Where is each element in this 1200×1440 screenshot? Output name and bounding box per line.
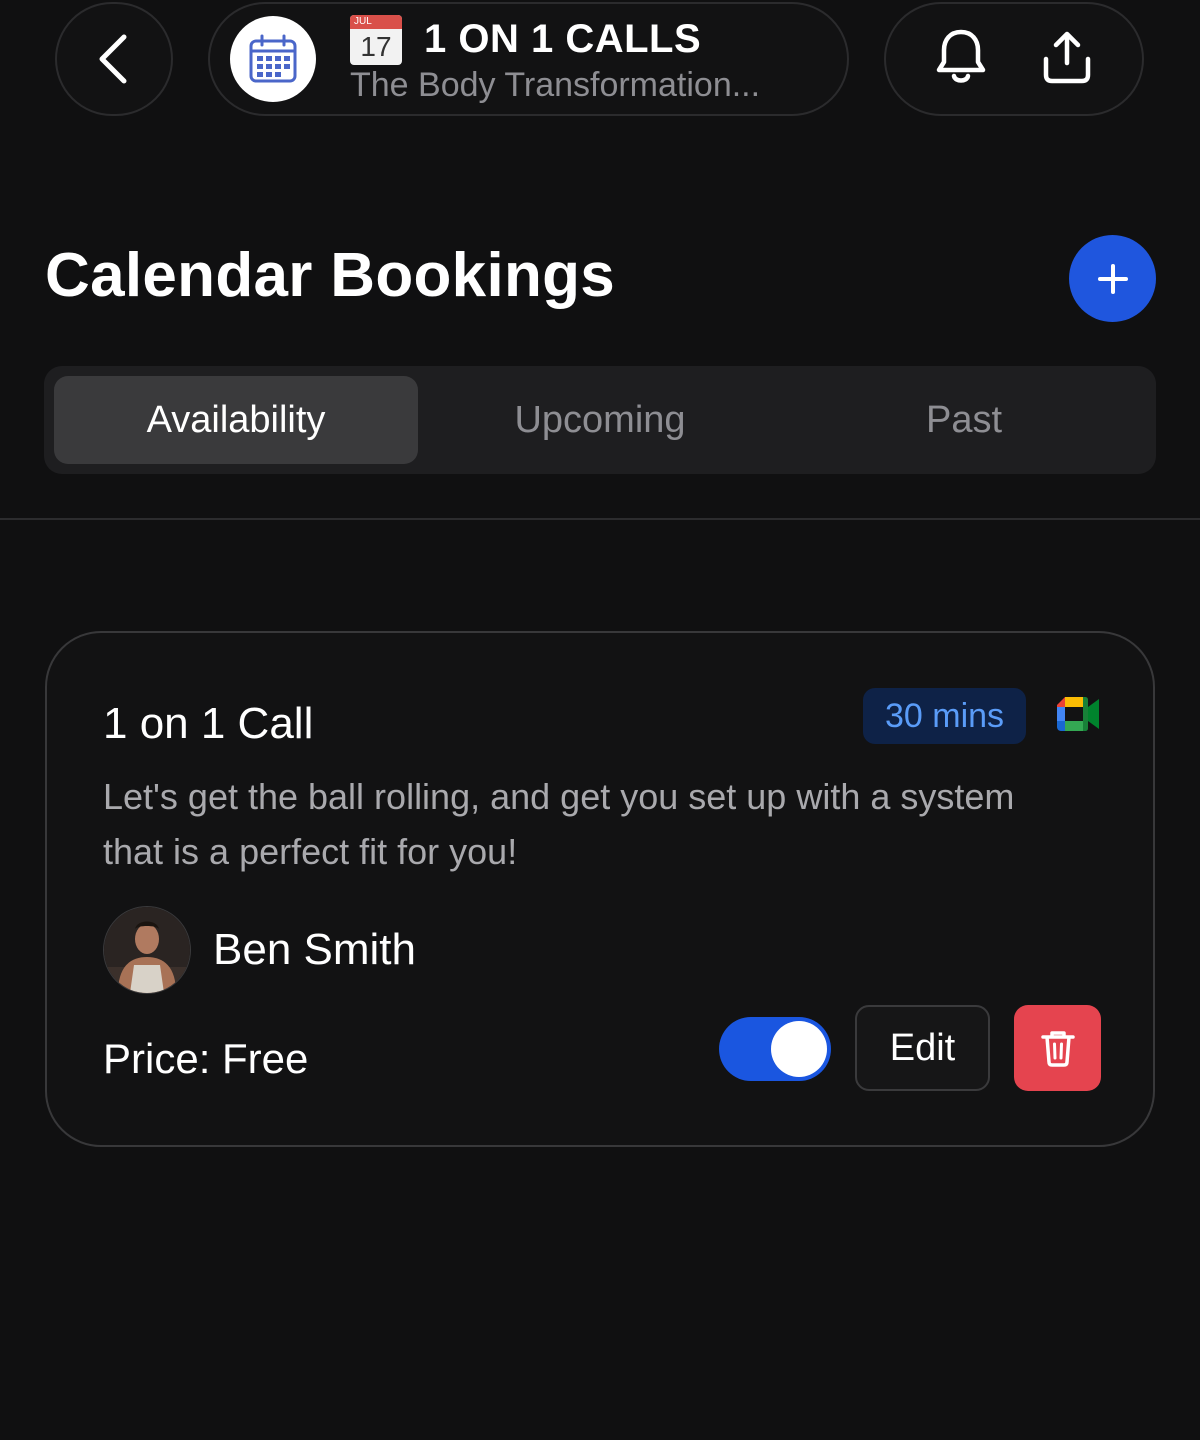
avatar [103,906,191,994]
delete-button[interactable] [1014,1005,1101,1091]
tab-past[interactable]: Past [782,376,1146,464]
duration-badge: 30 mins [863,688,1027,744]
add-booking-button[interactable] [1069,235,1156,322]
tab-availability[interactable]: Availability [54,376,418,464]
booking-card: 1 on 1 Call 30 mins Let's get the ball r… [45,631,1155,1147]
google-meet-icon [1057,697,1099,731]
channel-header[interactable]: JUL 17 1 ON 1 CALLS The Body Transformat… [208,2,849,116]
price-label: Price: Free [103,1035,309,1082]
host-photo [104,907,190,993]
edit-button[interactable]: Edit [855,1005,990,1091]
calendar-bookings-screen: JUL 17 1 ON 1 CALLS The Body Transformat… [0,0,1200,1440]
divider [0,518,1200,520]
channel-subtitle: The Body Transformation... [350,65,761,104]
booking-description: Let's get the ball rolling, and get you … [103,776,1015,872]
channel-title-row: JUL 17 1 ON 1 CALLS [350,14,760,66]
channel-title: 1 ON 1 CALLS [424,17,702,61]
segmented-tabs: Availability Upcoming Past [44,366,1156,474]
host-name: Ben Smith [213,925,416,974]
share-icon [1043,31,1091,83]
channel-logo [230,16,316,102]
back-button[interactable] [55,2,173,116]
notifications-button[interactable] [935,27,987,92]
booking-title: 1 on 1 Call [103,699,314,748]
plus-icon [1097,263,1128,294]
bell-icon [936,29,986,83]
tab-upcoming[interactable]: Upcoming [418,376,782,464]
calendar-emoji-month: JUL [350,14,402,29]
calendar-icon [249,34,297,83]
trash-icon [1040,1031,1075,1067]
share-button[interactable] [1041,29,1093,90]
availability-toggle[interactable] [719,1017,831,1081]
calendar-emoji-icon: JUL 17 [350,14,402,65]
page-title: Calendar Bookings [45,241,616,310]
header-actions [884,2,1144,116]
calendar-emoji-day: 17 [360,30,392,62]
toggle-knob [771,1021,827,1077]
channel-title-block: JUL 17 1 ON 1 CALLS The Body Transformat… [350,14,760,105]
chevron-left-icon [99,34,127,84]
